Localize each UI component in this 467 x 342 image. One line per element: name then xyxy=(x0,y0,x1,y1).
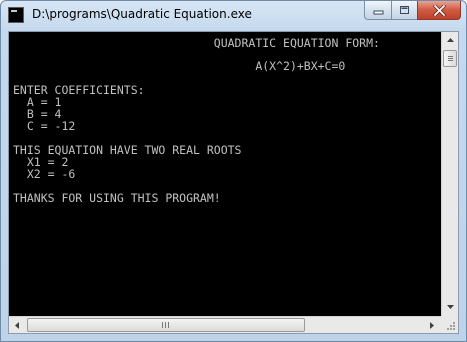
horizontal-scroll-thumb[interactable] xyxy=(27,318,305,332)
resize-grip[interactable] xyxy=(441,316,458,333)
arrow-right-icon xyxy=(430,321,434,329)
console-line: X2 = -6 xyxy=(13,167,76,181)
console-line: THANKS FOR USING THIS PROGRAM! xyxy=(13,191,221,205)
console-client-area: QUADRATIC EQUATION FORM: A(X^2)+BX+C=0 E… xyxy=(8,31,459,334)
resize-grip-icon xyxy=(447,322,455,330)
scroll-up-button[interactable] xyxy=(442,32,458,48)
close-button[interactable] xyxy=(417,1,461,20)
close-icon xyxy=(432,4,446,16)
console-app-icon[interactable] xyxy=(8,7,24,23)
console-line: A(X^2)+BX+C=0 xyxy=(13,59,346,73)
window-title: D:\programs\Quadratic Equation.exe xyxy=(32,7,252,21)
title-bar[interactable]: D:\programs\Quadratic Equation.exe xyxy=(1,1,466,31)
minimize-icon xyxy=(373,10,383,14)
maximize-icon xyxy=(400,6,409,14)
arrow-left-icon xyxy=(15,321,19,329)
scroll-right-button[interactable] xyxy=(424,317,440,333)
arrow-down-icon xyxy=(446,305,454,309)
caption-buttons xyxy=(364,1,461,21)
maximize-button[interactable] xyxy=(391,1,417,20)
arrow-up-icon xyxy=(446,38,454,42)
scroll-down-button[interactable] xyxy=(442,299,458,315)
minimize-button[interactable] xyxy=(364,1,391,20)
console-line: QUADRATIC EQUATION FORM: xyxy=(13,36,380,50)
scroll-left-button[interactable] xyxy=(9,317,25,333)
vertical-scroll-thumb[interactable] xyxy=(443,50,457,67)
vertical-scrollbar[interactable] xyxy=(441,32,458,316)
horizontal-scrollbar[interactable] xyxy=(9,316,441,333)
console-line: C = -12 xyxy=(13,119,76,133)
console-output[interactable]: QUADRATIC EQUATION FORM: A(X^2)+BX+C=0 E… xyxy=(9,32,441,316)
console-window: D:\programs\Quadratic Equation.exe QUADR… xyxy=(0,0,467,342)
